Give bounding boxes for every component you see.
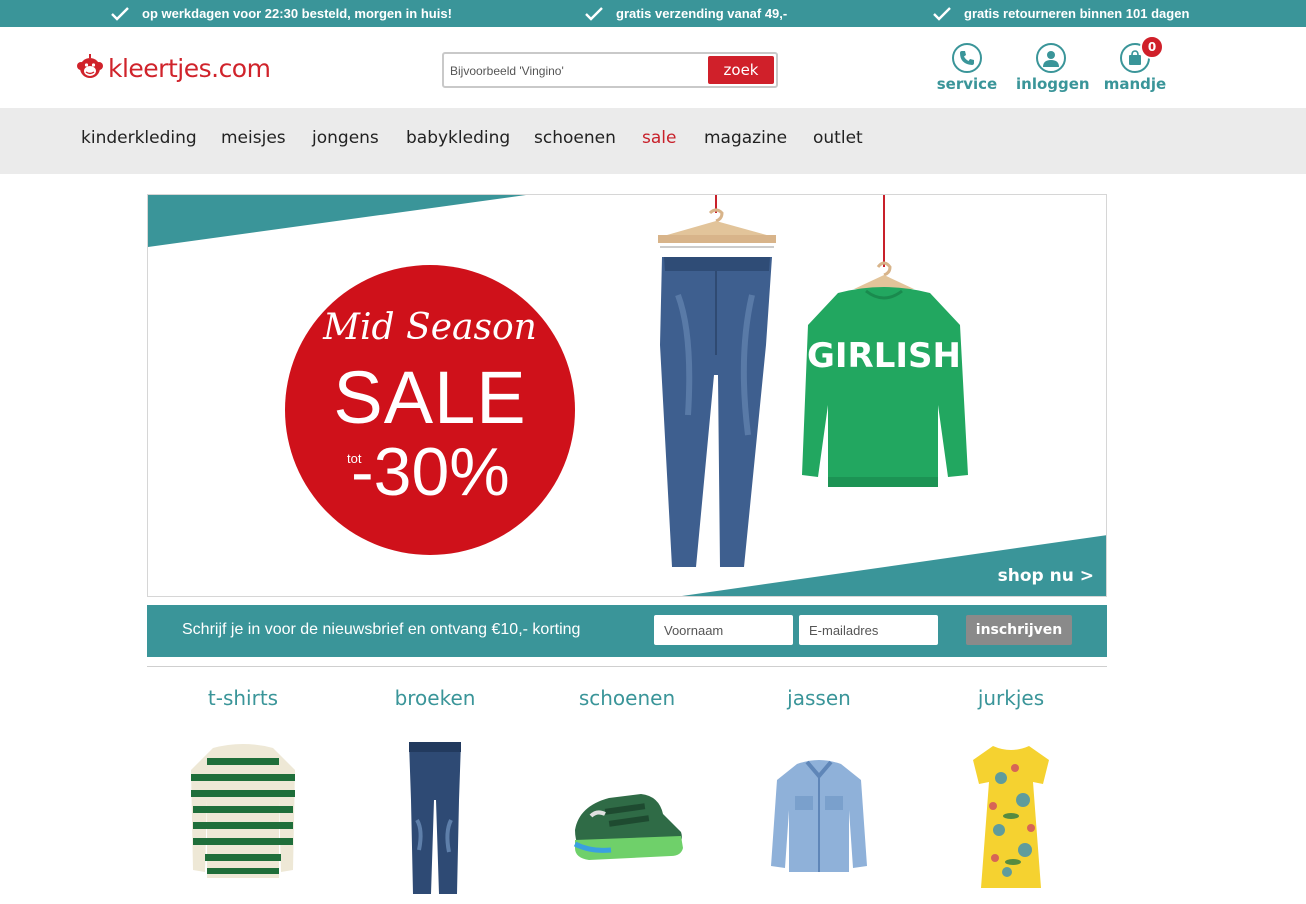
login-label: inloggen [1016, 75, 1090, 93]
usp-item: gratis retourneren binnen 101 dagen [932, 0, 1189, 27]
nav-item-outlet[interactable]: outlet [813, 128, 863, 148]
category-tile-jassen[interactable]: jassen [723, 686, 915, 872]
usp-label: op werkdagen voor 22:30 besteld, morgen … [142, 6, 452, 21]
nav-item-meisjes[interactable]: meisjes [221, 128, 286, 148]
checkmark-icon [933, 6, 951, 21]
dress-image [973, 746, 1049, 888]
category-title[interactable]: schoenen [531, 686, 723, 710]
category-tile-schoenen[interactable]: schoenen [531, 686, 723, 860]
first-name-field[interactable] [654, 615, 793, 645]
nav-item-jongens[interactable]: jongens [312, 128, 379, 148]
newsletter-text: Schrijf je in voor de nieuwsbrief en ont… [182, 621, 581, 638]
login-button[interactable]: inloggen [1016, 43, 1090, 93]
category-tile-broeken[interactable]: broeken [339, 686, 531, 894]
monkey-logo-icon [77, 54, 103, 78]
usp-label: gratis verzending vanaf 49,- [616, 6, 788, 21]
site-header: kleertjes.com zoek service inloggen 0 ma… [0, 27, 1306, 108]
checkmark-icon [111, 6, 129, 21]
email-field[interactable] [799, 615, 938, 645]
logo[interactable]: kleertjes.com [76, 51, 271, 85]
sweater-image: GIRLISH [802, 195, 968, 487]
hero-banner[interactable]: GIRLISH Mid Season SALE tot -30% shop nu… [147, 194, 1107, 597]
trousers-image [409, 742, 461, 894]
divider [147, 666, 1107, 667]
category-title[interactable]: broeken [339, 686, 531, 710]
phone-icon [952, 43, 982, 73]
newsletter-bar: Schrijf je in voor de nieuwsbrief en ont… [147, 605, 1107, 657]
cart-count-badge: 0 [1140, 35, 1164, 59]
usp-bar: op werkdagen voor 22:30 besteld, morgen … [0, 0, 1306, 27]
shoes-image [573, 794, 683, 860]
category-title[interactable]: t-shirts [147, 686, 339, 710]
shop-now-link[interactable]: shop nu > [998, 566, 1094, 586]
hero-sale: SALE [333, 356, 527, 439]
user-icon [1036, 43, 1066, 73]
search-button[interactable]: zoek [708, 56, 774, 84]
category-tile-jurkjes[interactable]: jurkjes [915, 686, 1107, 888]
nav-item-babykleding[interactable]: babykleding [406, 128, 510, 148]
logo-text: kleertjes.com [108, 53, 271, 83]
checkmark-icon [585, 6, 603, 21]
nav-item-schoenen[interactable]: schoenen [534, 128, 616, 148]
search-input[interactable] [450, 61, 700, 81]
usp-label: gratis retourneren binnen 101 dagen [964, 6, 1190, 21]
category-title[interactable]: jassen [723, 686, 915, 710]
nav-item-magazine[interactable]: magazine [704, 128, 787, 148]
service-label: service [936, 75, 998, 93]
category-tile-tshirts[interactable]: t-shirts [147, 686, 339, 878]
category-title[interactable]: jurkjes [915, 686, 1107, 710]
usp-item: op werkdagen voor 22:30 besteld, morgen … [110, 0, 452, 27]
hero-title: Mid Season [323, 307, 537, 348]
hero-discount: -30% [351, 434, 510, 510]
sale-badge: Mid Season SALE tot -30% [285, 265, 575, 555]
usp-item: gratis verzending vanaf 49,- [584, 0, 787, 27]
main-nav: kinderkleding meisjes jongens babykledin… [0, 108, 1306, 174]
teal-corner-top [148, 195, 526, 247]
cart-button[interactable]: 0 mandje [1100, 35, 1170, 93]
sweater-print: GIRLISH [807, 336, 961, 376]
nav-item-kinderkleding[interactable]: kinderkleding [81, 128, 197, 148]
jeans-image [658, 195, 776, 567]
cart-label: mandje [1103, 75, 1167, 93]
service-button[interactable]: service [932, 43, 1002, 93]
tshirt-image [191, 744, 295, 878]
subscribe-button[interactable]: inschrijven [966, 615, 1072, 645]
nav-item-sale[interactable]: sale [642, 128, 676, 148]
jacket-image [771, 760, 867, 872]
search-box: zoek [442, 52, 778, 88]
